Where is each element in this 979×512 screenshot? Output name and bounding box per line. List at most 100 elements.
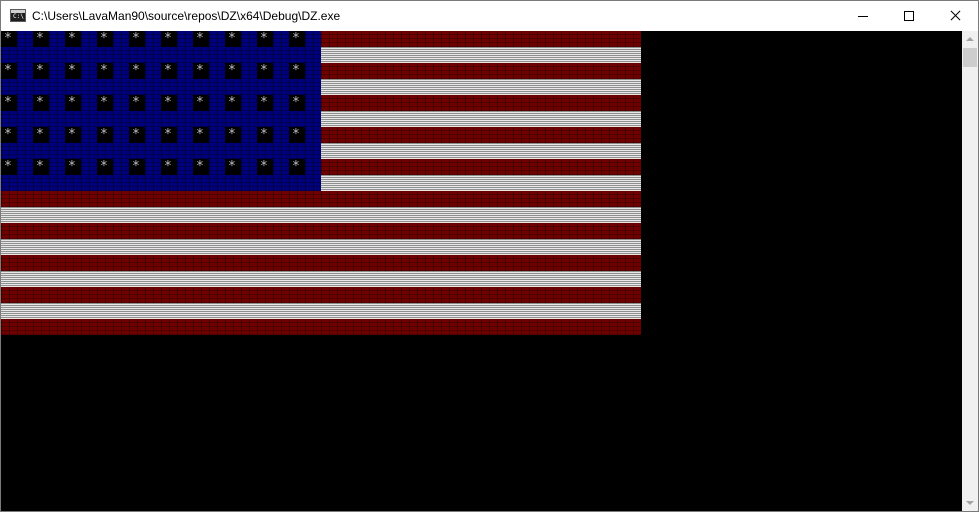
close-button[interactable] bbox=[932, 1, 978, 31]
star-glyph: * bbox=[196, 127, 204, 142]
flag-star-icon: * bbox=[289, 63, 305, 79]
flag-star-icon: * bbox=[225, 95, 241, 111]
star-glyph: * bbox=[292, 95, 300, 110]
minimize-button[interactable] bbox=[840, 1, 886, 31]
star-glyph: * bbox=[164, 159, 172, 174]
star-glyph: * bbox=[292, 159, 300, 174]
flag-stripe-white bbox=[1, 271, 641, 287]
star-glyph: * bbox=[196, 63, 204, 78]
star-glyph: * bbox=[4, 63, 12, 78]
star-glyph: * bbox=[164, 127, 172, 142]
star-glyph: * bbox=[4, 31, 12, 46]
flag-star-icon: * bbox=[97, 159, 113, 175]
star-glyph: * bbox=[196, 31, 204, 46]
console-window: C:\ C:\Users\LavaMan90\source\repos\DZ\x… bbox=[0, 0, 979, 512]
star-glyph: * bbox=[36, 31, 44, 46]
flag-stripe-white bbox=[1, 303, 641, 319]
flag-star-icon: * bbox=[33, 31, 49, 47]
vertical-scrollbar[interactable] bbox=[962, 31, 978, 511]
flag-star-icon: * bbox=[65, 127, 81, 143]
star-glyph: * bbox=[68, 95, 76, 110]
flag-star-icon: * bbox=[193, 31, 209, 47]
flag-star-icon: * bbox=[257, 159, 273, 175]
title-bar[interactable]: C:\ C:\Users\LavaMan90\source\repos\DZ\x… bbox=[1, 1, 978, 31]
flag-star-icon: * bbox=[1, 159, 17, 175]
flag-star-icon: * bbox=[257, 95, 273, 111]
flag-star-icon: * bbox=[33, 159, 49, 175]
scroll-down-arrow-icon[interactable] bbox=[962, 495, 978, 511]
star-glyph: * bbox=[292, 31, 300, 46]
flag-star-icon: * bbox=[97, 95, 113, 111]
star-glyph: * bbox=[260, 95, 268, 110]
console-app-icon[interactable]: C:\ bbox=[10, 9, 26, 22]
window-title: C:\Users\LavaMan90\source\repos\DZ\x64\D… bbox=[32, 9, 341, 23]
star-glyph: * bbox=[164, 95, 172, 110]
flag-stripe-red bbox=[1, 287, 641, 303]
flag-star-icon: * bbox=[225, 159, 241, 175]
flag-star-icon: * bbox=[161, 63, 177, 79]
scroll-up-arrow-icon[interactable] bbox=[962, 31, 978, 47]
flag-star-icon: * bbox=[193, 95, 209, 111]
star-glyph: * bbox=[100, 159, 108, 174]
star-glyph: * bbox=[228, 159, 236, 174]
flag-star-icon: * bbox=[97, 127, 113, 143]
flag-star-icon: * bbox=[289, 159, 305, 175]
scroll-thumb[interactable] bbox=[963, 48, 977, 67]
flag-stripe-white bbox=[1, 207, 641, 223]
flag-star-icon: * bbox=[1, 31, 17, 47]
flag-star-icon: * bbox=[33, 63, 49, 79]
flag-star-icon: * bbox=[97, 31, 113, 47]
star-glyph: * bbox=[260, 63, 268, 78]
star-glyph: * bbox=[100, 63, 108, 78]
flag-star-icon: * bbox=[289, 127, 305, 143]
flag-star-icon: * bbox=[129, 95, 145, 111]
star-glyph: * bbox=[132, 159, 140, 174]
console-output-area[interactable]: * * * * * * * * * * * * * * * * * * * * * * * * * * * * * * * * * * * * * * * *… bbox=[1, 31, 962, 511]
flag-stripe-red bbox=[1, 255, 641, 271]
flag-star-icon: * bbox=[65, 159, 81, 175]
star-glyph: * bbox=[260, 31, 268, 46]
flag-star-icon: * bbox=[1, 95, 17, 111]
flag-star-icon: * bbox=[225, 127, 241, 143]
star-glyph: * bbox=[36, 63, 44, 78]
flag-stripe-red bbox=[1, 319, 641, 335]
star-glyph: * bbox=[132, 63, 140, 78]
star-glyph: * bbox=[68, 159, 76, 174]
star-glyph: * bbox=[228, 31, 236, 46]
flag-star-icon: * bbox=[129, 159, 145, 175]
star-glyph: * bbox=[164, 63, 172, 78]
star-glyph: * bbox=[292, 127, 300, 142]
star-glyph: * bbox=[228, 127, 236, 142]
star-glyph: * bbox=[36, 127, 44, 142]
flag-star-icon: * bbox=[129, 127, 145, 143]
maximize-button[interactable] bbox=[886, 1, 932, 31]
flag-star-icon: * bbox=[257, 31, 273, 47]
star-glyph: * bbox=[36, 95, 44, 110]
flag-star-icon: * bbox=[1, 63, 17, 79]
flag-star-icon: * bbox=[65, 63, 81, 79]
star-glyph: * bbox=[68, 127, 76, 142]
star-glyph: * bbox=[132, 31, 140, 46]
flag-star-icon: * bbox=[33, 95, 49, 111]
flag-star-icon: * bbox=[289, 95, 305, 111]
flag-star-icon: * bbox=[65, 95, 81, 111]
star-glyph: * bbox=[100, 127, 108, 142]
star-glyph: * bbox=[196, 95, 204, 110]
flag-star-icon: * bbox=[161, 159, 177, 175]
star-glyph: * bbox=[132, 127, 140, 142]
star-glyph: * bbox=[100, 31, 108, 46]
star-glyph: * bbox=[4, 95, 12, 110]
flag-stripe-white bbox=[1, 239, 641, 255]
app-icon-text: C:\ bbox=[13, 13, 24, 20]
star-glyph: * bbox=[196, 159, 204, 174]
star-glyph: * bbox=[260, 159, 268, 174]
star-glyph: * bbox=[68, 31, 76, 46]
flag-star-icon: * bbox=[161, 95, 177, 111]
star-glyph: * bbox=[4, 159, 12, 174]
flag-star-icon: * bbox=[225, 31, 241, 47]
flag-stripe-red bbox=[1, 223, 641, 239]
flag-star-icon: * bbox=[193, 63, 209, 79]
flag-star-icon: * bbox=[161, 31, 177, 47]
star-glyph: * bbox=[132, 95, 140, 110]
flag-star-icon: * bbox=[289, 31, 305, 47]
